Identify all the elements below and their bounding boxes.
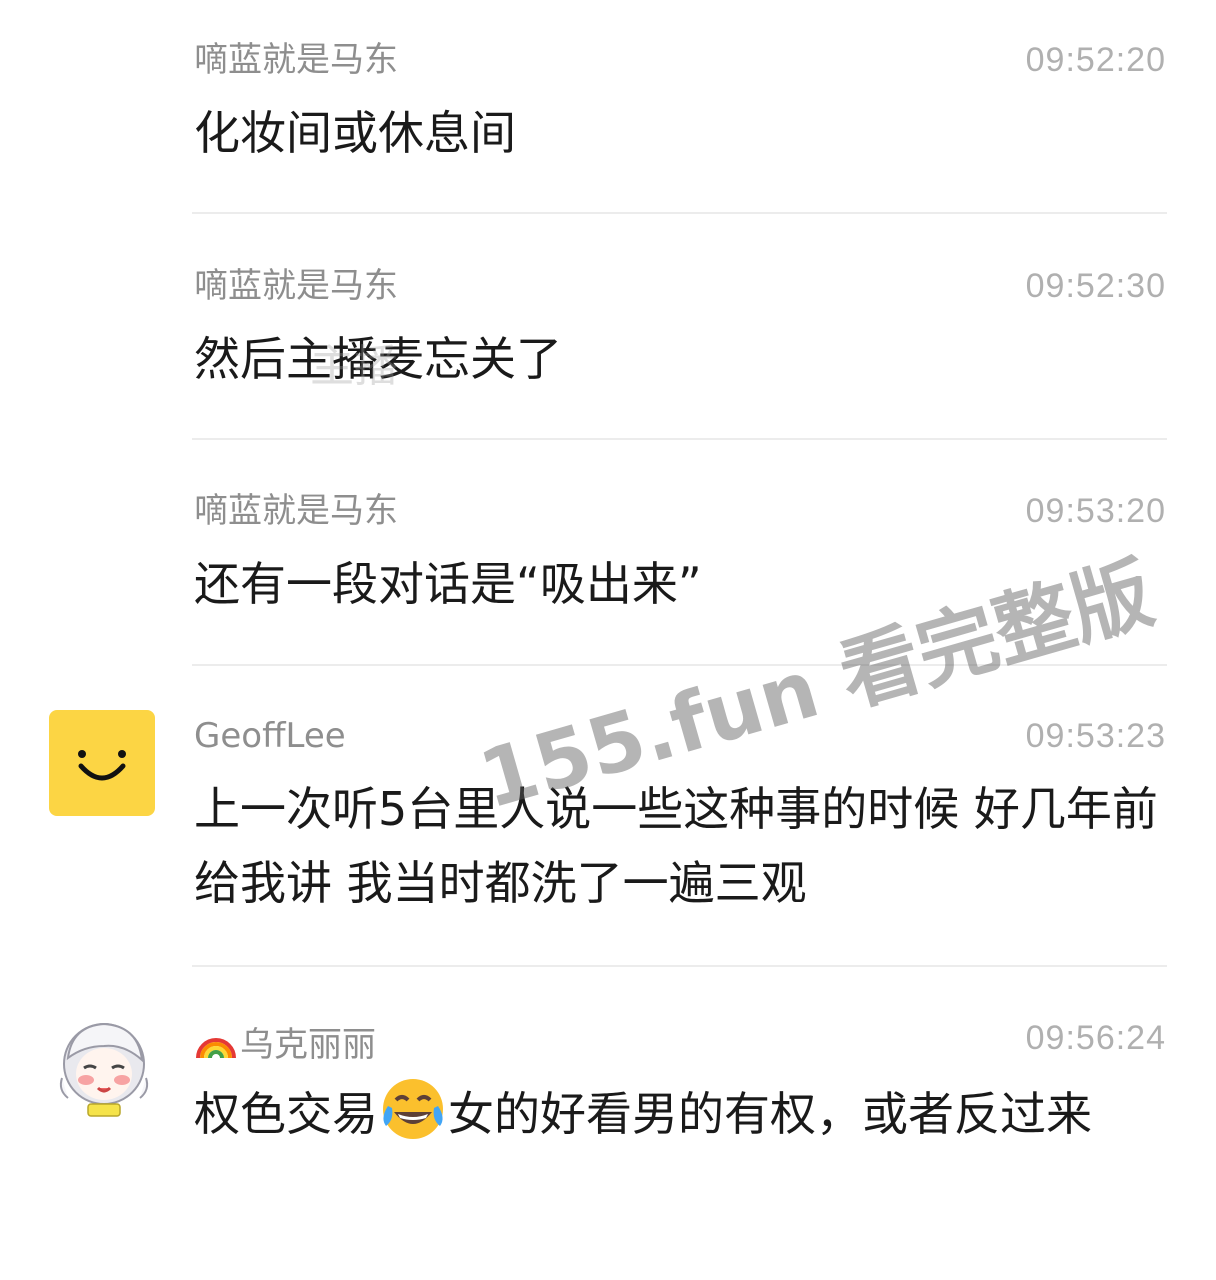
divider [192, 212, 1167, 214]
message-timestamp: 09:52:20 [1025, 41, 1166, 79]
divider [192, 965, 1167, 967]
anime-avatar-icon [59, 1022, 149, 1117]
message-text-part: 权色交易 [194, 1087, 378, 1141]
avatar[interactable] [49, 710, 155, 816]
sender-name[interactable]: 嘀蓝就是马东 [194, 40, 398, 80]
message-timestamp: 09:53:20 [1025, 492, 1166, 530]
message-text: 然后主播麦忘关了 [194, 332, 562, 386]
sender-name[interactable]: 嘀蓝就是马东 [194, 491, 398, 531]
sender-name-label: 乌克丽丽 [240, 1025, 376, 1065]
avatar[interactable] [54, 1018, 154, 1118]
message-text: 权色交易 女的好看男的有权，或者反过来 [194, 1074, 1169, 1151]
rainbow-icon [196, 1038, 236, 1059]
sender-name[interactable]: 嘀蓝就是马东 [194, 266, 398, 306]
sender-name[interactable]: 乌克丽丽 [194, 1018, 376, 1065]
smiley-icon [78, 750, 126, 781]
message-text: 上一次听5台里人说一些这种事的时候 好几年前给我讲 我当时都洗了一遍三观 [194, 782, 1158, 910]
message-text: 还有一段对话是“吸出来” [194, 557, 702, 611]
message-timestamp: 09:53:23 [1025, 717, 1166, 755]
message-text-part: 女的好看男的有权，或者反过来 [448, 1087, 1092, 1141]
message-timestamp: 09:52:30 [1025, 267, 1166, 305]
tears-of-joy-icon [383, 1079, 443, 1139]
message-text: 化妆间或休息间 [194, 106, 516, 160]
divider [192, 438, 1167, 440]
message-timestamp: 09:56:24 [1025, 1019, 1166, 1057]
divider [192, 664, 1167, 666]
sender-name[interactable]: GeoffLee [194, 716, 346, 756]
